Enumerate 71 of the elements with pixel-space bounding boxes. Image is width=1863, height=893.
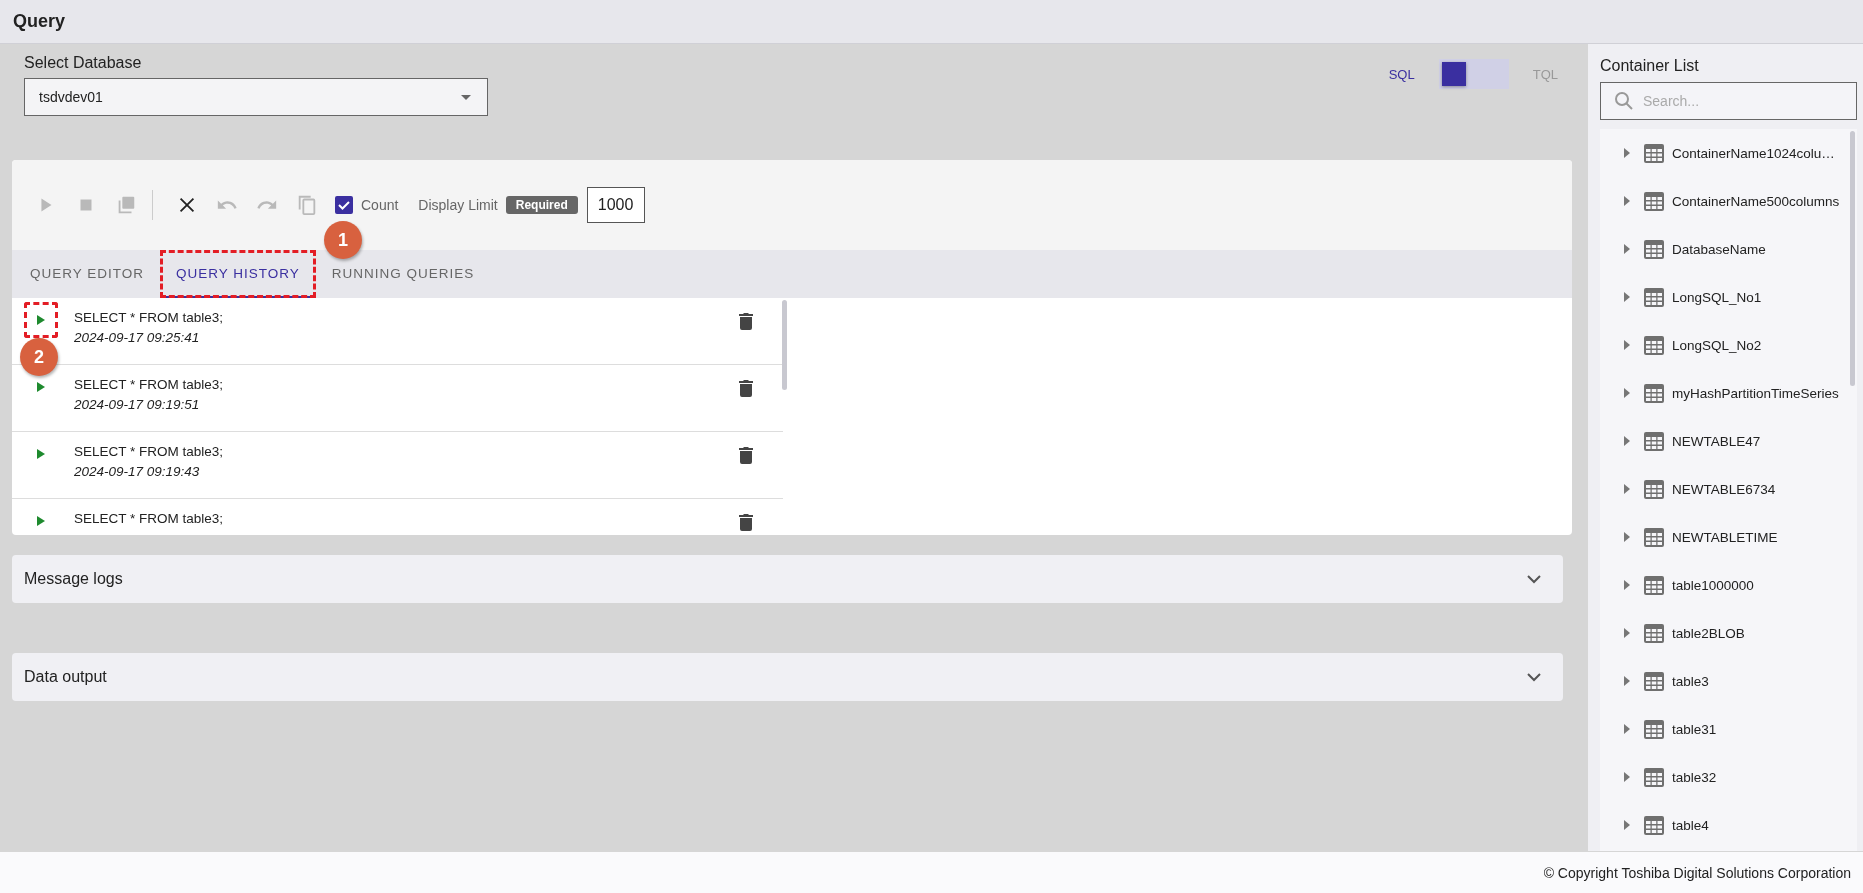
database-select[interactable]: tsdvdev01 [24, 78, 488, 116]
query-timestamp: 2024-09-17 09:19:43 [74, 464, 201, 479]
table-icon [1644, 671, 1664, 691]
switch-thumb[interactable] [1441, 62, 1466, 86]
page-title: Query [13, 11, 66, 32]
tree-item[interactable]: NEWTABLETIME [1600, 513, 1857, 561]
scrollbar[interactable] [782, 300, 787, 390]
tree-item[interactable]: table32 [1600, 753, 1857, 801]
chevron-icon [1527, 574, 1541, 584]
table-icon [1644, 335, 1664, 355]
chevron-icon [1527, 672, 1541, 682]
play-icon [37, 382, 45, 392]
collapsible-panel[interactable]: Data output [12, 653, 1563, 701]
tree-item[interactable]: table3 [1600, 657, 1857, 705]
caret-icon [461, 94, 471, 100]
table-icon [1644, 431, 1664, 451]
tree-item[interactable]: LongSQL_No2 [1600, 321, 1857, 369]
query-timestamp: 2024-09-17 09:25:41 [74, 330, 201, 345]
table-icon [1644, 191, 1664, 211]
tree-item[interactable]: ContainerName500columns [1600, 177, 1857, 225]
scrollbar[interactable] [1850, 131, 1855, 386]
copyright-text: © Copyright Toshiba Digital Solutions Corporation [1543, 864, 1851, 881]
display-limit-field[interactable]: 1000 [586, 187, 645, 223]
search-field[interactable]: Search... [1600, 82, 1857, 120]
tree-item[interactable]: myHashPartitionTimeSeries [1600, 369, 1857, 417]
tree-item[interactable]: table4 [1600, 801, 1857, 849]
tree-item[interactable]: DatabaseName [1600, 225, 1857, 273]
table-icon [1644, 527, 1664, 547]
tab[interactable]: QUERY EDITOR [14, 250, 161, 298]
step-marker: 2 [20, 338, 58, 376]
table-icon [1644, 767, 1664, 787]
checkbox-label: Count [361, 197, 399, 213]
trash-icon [739, 379, 753, 397]
table-icon [1644, 479, 1664, 499]
tab[interactable]: QUERY HISTORY [160, 250, 316, 298]
table-icon [1644, 287, 1664, 307]
trash-icon [739, 513, 753, 531]
table-icon [1644, 719, 1664, 739]
play-icon [37, 449, 45, 459]
field-label: Display Limit [418, 197, 498, 213]
collapsible-panel[interactable]: Message logs [12, 555, 1563, 603]
play-icon [37, 516, 45, 526]
play-icon [37, 315, 45, 325]
tree-item[interactable]: ContainerName1024colu… [1600, 129, 1857, 177]
table-icon [1644, 815, 1664, 835]
trash-icon [739, 446, 753, 464]
tree-item[interactable]: table1000000 [1600, 561, 1857, 609]
tree-item[interactable]: LongSQL_No1 [1600, 273, 1857, 321]
tree-item[interactable]: NEWTABLE6734 [1600, 465, 1857, 513]
required-badge: Required [505, 196, 578, 214]
table-icon [1644, 143, 1664, 163]
query-text: SELECT * FROM table3; [74, 444, 225, 459]
query-text: SELECT * FROM table3; [74, 310, 225, 325]
query-timestamp: 2024-09-17 09:19:51 [74, 397, 201, 412]
search-icon [1614, 91, 1634, 111]
tree-item[interactable]: table2BLOB [1600, 609, 1857, 657]
query-text: SELECT * FROM table3; [74, 377, 225, 392]
table-icon [1644, 383, 1664, 403]
panel-title: Container List [1600, 57, 1700, 75]
field-label: Select Database [24, 54, 143, 72]
table-icon [1644, 239, 1664, 259]
count-checkbox[interactable] [335, 196, 353, 214]
tree-item[interactable]: NEWTABLE47 [1600, 417, 1857, 465]
trash-icon [739, 312, 753, 330]
tree-item[interactable]: table31 [1600, 705, 1857, 753]
table-icon [1644, 623, 1664, 643]
query-text: SELECT * FROM table3; [74, 511, 225, 526]
mode-switch[interactable] [1438, 59, 1509, 89]
check-icon [337, 198, 351, 212]
mode-label[interactable]: SQL [1364, 66, 1439, 82]
table-icon [1644, 575, 1664, 595]
